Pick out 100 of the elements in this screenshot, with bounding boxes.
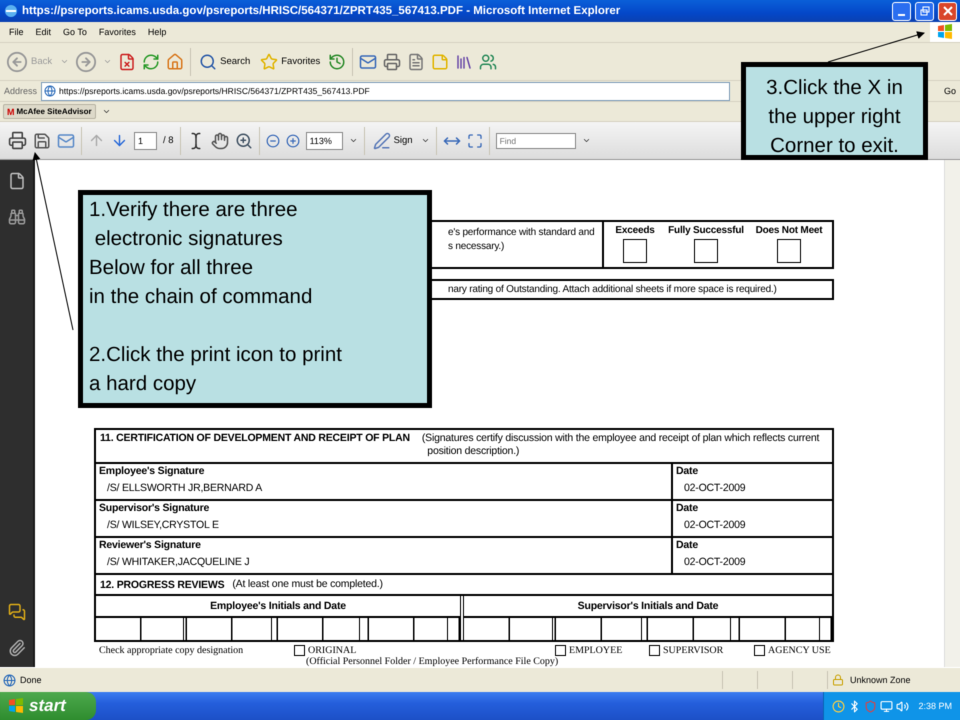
window-title: https://psreports.icams.usda.gov/psreports/HRISC/564371/ZPRT435_567413.PDF - Microsoft Internet Explorer: [22, 5, 622, 17]
form-text: nary rating of Outstanding. Attach additional sheets if more space is required.): [448, 284, 777, 295]
field-label: Supervisor's Signature: [99, 502, 210, 514]
go-button[interactable]: Go: [940, 86, 960, 96]
start-button[interactable]: start: [0, 692, 96, 720]
comments-icon[interactable]: [8, 603, 26, 621]
status-text: Done: [20, 675, 43, 685]
volume-icon[interactable]: [896, 700, 910, 712]
menu-item[interactable]: Go To: [58, 27, 92, 37]
mail-icon[interactable]: [359, 52, 378, 70]
checkbox[interactable]: [294, 645, 305, 656]
people-icon[interactable]: [479, 52, 498, 70]
paperclip-icon[interactable]: [8, 639, 26, 657]
signature-value: /S/ WILSEY,CRYSTOL E: [106, 519, 220, 531]
books-icon[interactable]: [455, 52, 474, 70]
form-text: e's performance with standard and s necessary.): [448, 226, 595, 254]
menu-item[interactable]: Favorites: [94, 27, 141, 37]
save-icon[interactable]: [33, 132, 51, 150]
windows-logo-icon: [8, 698, 24, 714]
callout-text: 1.Verify there are three electronic signatures Below for all three in the chain of command: [89, 197, 314, 310]
field-label: Date: [676, 465, 699, 477]
page-count: / 8: [163, 135, 174, 146]
search-button[interactable]: Search: [197, 52, 252, 70]
search-icon: [199, 52, 218, 70]
menu-item[interactable]: Help: [142, 27, 172, 37]
caret-icon[interactable]: [102, 107, 111, 116]
signature-value: /S/ WHITAKER,JACQUELINE J: [106, 556, 250, 568]
zoom-in-icon[interactable]: [286, 134, 300, 148]
checkbox[interactable]: [555, 645, 566, 656]
down-arrow-icon[interactable]: [111, 132, 128, 149]
field-label: Reviewer's Signature: [99, 539, 202, 551]
section-note: (Signatures certify discussion with the employee and receipt of plan which reflects current position description.): [422, 432, 820, 459]
zone-text: Unknown Zone: [850, 675, 911, 685]
history-icon[interactable]: [328, 52, 346, 70]
checkbox[interactable]: [623, 239, 647, 263]
rating-label: Fully Successful: [668, 225, 744, 236]
copy-label: Check appropriate copy designation: [98, 645, 244, 658]
menu-item[interactable]: File: [4, 27, 29, 37]
checkbox-label: EMPLOYEE: [569, 645, 622, 656]
zoom-field[interactable]: 113%: [306, 132, 343, 150]
date-value: 02-OCT-2009: [683, 482, 746, 494]
fit-page-icon[interactable]: [466, 132, 483, 148]
section-note: (At least one must be completed.): [232, 578, 383, 591]
siteadvisor-button[interactable]: M McAfee SiteAdvisor: [3, 104, 96, 119]
checkbox-label: ORIGINAL: [308, 645, 356, 656]
page-icon: [44, 85, 56, 97]
field-label: Date: [676, 539, 699, 551]
address-label: Address: [4, 86, 38, 96]
lock-icon: [832, 674, 844, 686]
restore-button[interactable]: [915, 2, 934, 20]
back-icon: [6, 50, 28, 72]
column-header: Supervisor's Initials and Date: [578, 600, 718, 612]
checkbox[interactable]: [649, 645, 660, 656]
scrollbar[interactable]: [944, 160, 960, 667]
find-field[interactable]: Find: [496, 132, 576, 148]
restore-icon: [920, 6, 930, 16]
stop-icon[interactable]: [118, 52, 136, 70]
checkbox[interactable]: [694, 239, 718, 263]
minimize-icon: [898, 14, 905, 16]
date-value: 02-OCT-2009: [683, 556, 746, 568]
browser-icon: [4, 4, 18, 18]
caret-icon[interactable]: [348, 136, 358, 145]
edit-icon[interactable]: [407, 52, 426, 70]
callout-text: 2.Click the print icon to print a hard copy: [89, 342, 343, 397]
sign-button[interactable]: Sign: [370, 132, 415, 150]
home-icon[interactable]: [166, 52, 184, 70]
monitor-icon[interactable]: [880, 700, 894, 712]
callout-text: 3.Click the X in the upper right Corner to exit.: [765, 75, 904, 159]
minimize-button[interactable]: [892, 2, 911, 20]
pages-icon[interactable]: [8, 172, 26, 190]
clock-text: 2:38 PM: [918, 701, 952, 711]
date-value: 02-OCT-2009: [683, 519, 746, 531]
star-icon: [260, 52, 278, 70]
checkbox-label: AGENCY USE: [768, 645, 831, 656]
favorites-button[interactable]: Favorites: [258, 52, 322, 70]
page-icon: [3, 674, 16, 686]
binoculars-icon[interactable]: [8, 208, 26, 226]
section-title: 11. CERTIFICATION OF DEVELOPMENT AND RECEIPT OF PLAN: [100, 432, 410, 446]
column-header: Employee's Initials and Date: [210, 600, 346, 612]
menu-item[interactable]: Edit: [30, 27, 56, 37]
close-icon: [942, 6, 952, 16]
windows-logo-icon: [937, 24, 953, 40]
refresh-icon[interactable]: [142, 52, 160, 70]
caret-icon[interactable]: [582, 136, 591, 145]
rating-label: Does Not Meet: [756, 225, 822, 236]
checkbox[interactable]: [754, 645, 765, 656]
rating-label: Exceeds: [615, 225, 655, 236]
mail-icon[interactable]: [57, 132, 75, 150]
section-title: 12. PROGRESS REVIEWS: [100, 578, 224, 590]
address-field[interactable]: https://psreports.icams.usda.gov/psreports/HRISC/564371/ZPRT435_567413.PDF: [41, 82, 730, 100]
checkbox[interactable]: [777, 239, 801, 263]
caret-icon[interactable]: [420, 136, 430, 145]
hand-icon[interactable]: [210, 132, 229, 150]
zoom-out-icon[interactable]: [266, 134, 280, 148]
field-label: Employee's Signature: [99, 465, 206, 477]
close-button[interactable]: [938, 2, 957, 20]
zoom-tool-icon[interactable]: [234, 132, 253, 150]
print-icon[interactable]: [383, 52, 402, 70]
page-field[interactable]: 1: [134, 132, 157, 150]
print-icon[interactable]: [8, 131, 27, 150]
